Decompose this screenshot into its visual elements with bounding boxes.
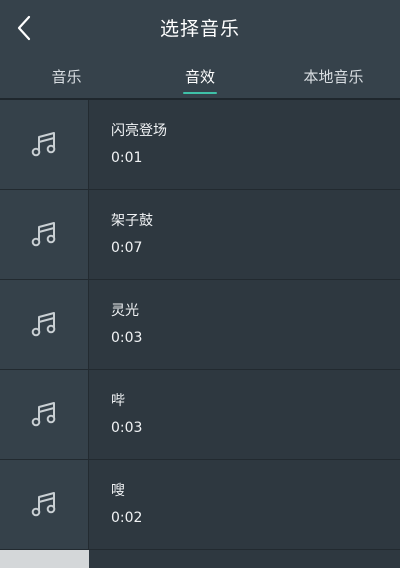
active-tab-indicator xyxy=(183,92,217,94)
sound-thumbnail xyxy=(0,460,89,549)
sound-name: 灵光 xyxy=(111,303,139,319)
list-item[interactable]: 哔 0:03 xyxy=(0,370,400,460)
page-title: 选择音乐 xyxy=(159,18,240,40)
sound-name: 架子鼓 xyxy=(111,213,153,229)
sound-info: 架子鼓 0:07 xyxy=(89,190,400,279)
sound-duration: 0:01 xyxy=(111,150,143,166)
tab-local-music[interactable]: 本地音乐 xyxy=(267,56,400,98)
sound-thumbnail xyxy=(0,190,89,279)
music-note-icon xyxy=(31,401,56,426)
app-root: 选择音乐 音乐 音效 本地音乐 闪亮登场 0:01 架子鼓 0:07 灵光 0:… xyxy=(0,0,400,568)
tab-music[interactable]: 音乐 xyxy=(0,56,133,98)
partial-thumbnail xyxy=(0,550,89,568)
tab-local-music-label: 本地音乐 xyxy=(303,68,364,86)
sound-info: 哔 0:03 xyxy=(89,370,400,459)
list-item[interactable]: 嗖 0:02 xyxy=(0,460,400,550)
sound-thumbnail xyxy=(0,280,89,369)
sound-name: 哔 xyxy=(111,393,125,409)
tab-sound-effects[interactable]: 音效 xyxy=(133,56,267,98)
music-note-icon xyxy=(31,491,56,516)
header-bar: 选择音乐 xyxy=(0,0,400,56)
list-item[interactable]: 闪亮登场 0:01 xyxy=(0,100,400,190)
sound-duration: 0:02 xyxy=(111,510,143,526)
sound-duration: 0:03 xyxy=(111,420,143,436)
sound-list: 闪亮登场 0:01 架子鼓 0:07 灵光 0:03 哔 0:03 嗖 0:02 xyxy=(0,100,400,550)
sound-duration: 0:07 xyxy=(111,240,143,256)
list-item[interactable]: 架子鼓 0:07 xyxy=(0,190,400,280)
tab-music-label: 音乐 xyxy=(51,68,82,86)
sound-name: 嗖 xyxy=(111,483,125,499)
partial-row xyxy=(89,550,400,568)
music-note-icon xyxy=(31,131,56,156)
sound-info: 灵光 0:03 xyxy=(89,280,400,369)
music-note-icon xyxy=(31,221,56,246)
tab-sound-effects-label: 音效 xyxy=(184,68,215,86)
sound-info: 嗖 0:02 xyxy=(89,460,400,549)
tab-bar: 音乐 音效 本地音乐 xyxy=(0,56,400,98)
sound-thumbnail xyxy=(0,370,89,459)
music-note-icon xyxy=(31,311,56,336)
sound-thumbnail xyxy=(0,100,89,189)
sound-duration: 0:03 xyxy=(111,330,143,346)
sound-name: 闪亮登场 xyxy=(111,123,167,139)
list-item[interactable]: 灵光 0:03 xyxy=(0,280,400,370)
sound-info: 闪亮登场 0:01 xyxy=(89,100,400,189)
